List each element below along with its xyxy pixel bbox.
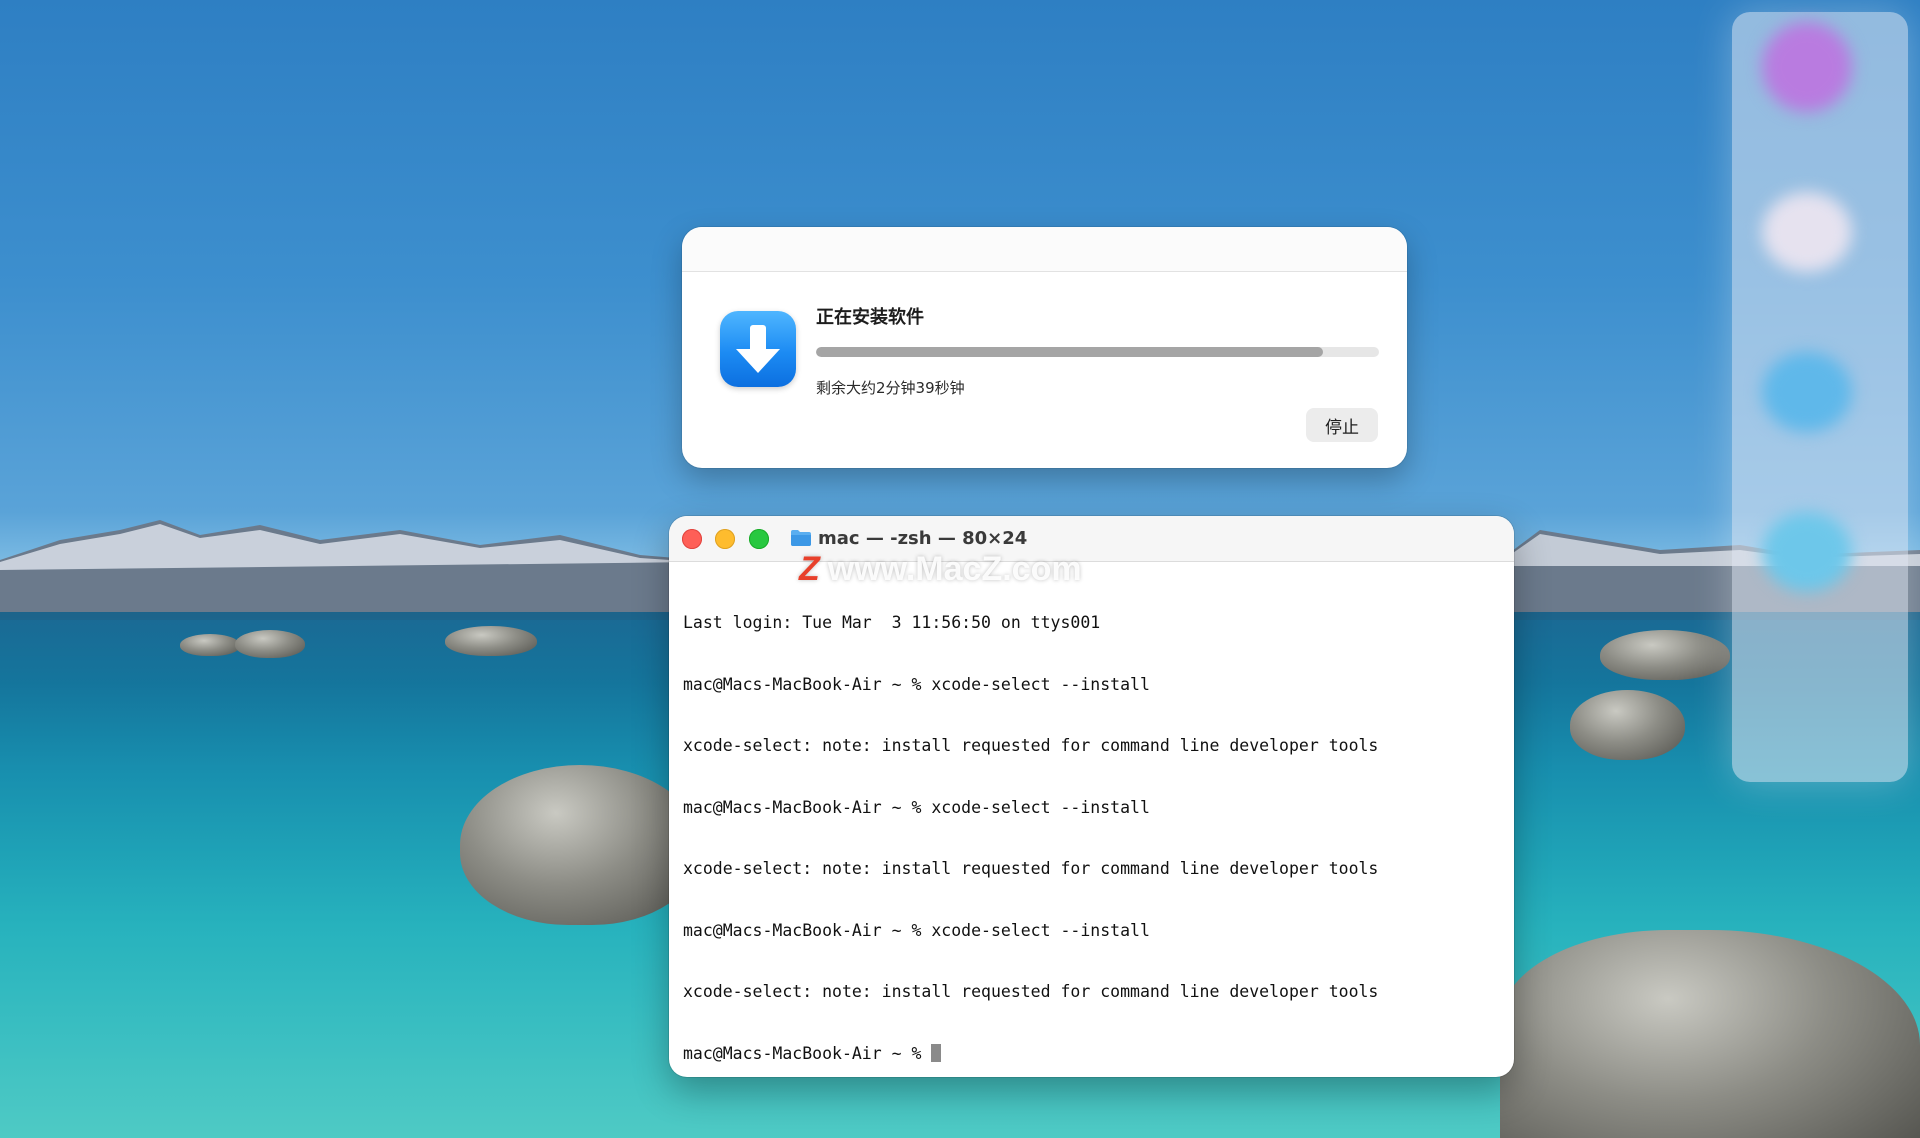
blurred-sidebar bbox=[1732, 12, 1908, 782]
wallpaper-rock bbox=[460, 765, 700, 925]
installer-dialog: 正在安装软件 剩余大约2分钟39秒钟 停止 bbox=[682, 227, 1407, 468]
text-cursor bbox=[931, 1043, 942, 1062]
installer-title: 正在安装软件 bbox=[816, 307, 924, 328]
terminal-output[interactable]: Last login: Tue Mar 3 11:56:50 on ttys00… bbox=[683, 572, 1500, 1077]
wallpaper-rock bbox=[445, 626, 537, 656]
zoom-window-button[interactable] bbox=[749, 529, 769, 549]
install-progress-fill bbox=[816, 347, 1323, 357]
terminal-titlebar[interactable]: mac — -zsh — 80×24 bbox=[669, 516, 1514, 562]
wallpaper-rock bbox=[1570, 690, 1685, 760]
wallpaper-rock bbox=[235, 630, 305, 658]
terminal-line: xcode-select: note: install requested fo… bbox=[683, 982, 1379, 1001]
blurred-app-icon bbox=[1762, 22, 1852, 112]
blurred-app-icon bbox=[1762, 352, 1852, 432]
terminal-line: xcode-select: note: install requested fo… bbox=[683, 859, 1379, 878]
installer-titlebar bbox=[682, 227, 1407, 272]
terminal-title: mac — -zsh — 80×24 bbox=[818, 528, 1028, 549]
blurred-app-icon bbox=[1762, 192, 1852, 272]
install-progress-bar bbox=[816, 347, 1379, 357]
folder-icon bbox=[791, 530, 811, 546]
terminal-prompt-line: mac@Macs-MacBook-Air ~ % bbox=[683, 1043, 1500, 1065]
download-arrow-icon bbox=[720, 311, 796, 387]
time-remaining-text: 剩余大约2分钟39秒钟 bbox=[816, 379, 965, 397]
wallpaper-rock bbox=[180, 634, 240, 656]
terminal-line: mac@Macs-MacBook-Air ~ % xcode-select --… bbox=[683, 920, 1150, 940]
terminal-window: mac — -zsh — 80×24 Zwww.MacZ.com Last lo… bbox=[669, 516, 1514, 1077]
terminal-line: xcode-select: note: install requested fo… bbox=[683, 736, 1379, 755]
terminal-line: mac@Macs-MacBook-Air ~ % xcode-select --… bbox=[683, 797, 1150, 817]
close-window-button[interactable] bbox=[682, 529, 702, 549]
wallpaper-rock bbox=[1600, 630, 1730, 680]
terminal-line: Last login: Tue Mar 3 11:56:50 on ttys00… bbox=[683, 613, 1101, 632]
minimize-window-button[interactable] bbox=[715, 529, 735, 549]
stop-button[interactable]: 停止 bbox=[1306, 408, 1378, 442]
blurred-app-icon bbox=[1762, 512, 1852, 592]
desktop-wallpaper: 正在安装软件 剩余大约2分钟39秒钟 停止 mac — -zsh — 80×24… bbox=[0, 0, 1920, 1138]
terminal-line: mac@Macs-MacBook-Air ~ % xcode-select --… bbox=[683, 674, 1150, 694]
